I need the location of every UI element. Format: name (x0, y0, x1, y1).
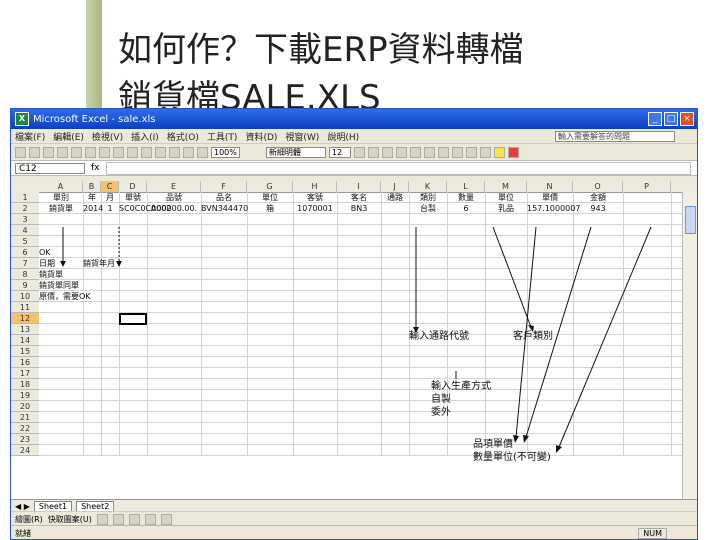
autoshapes-menu[interactable]: 快取圖案(U) (48, 514, 92, 525)
align-left-icon[interactable] (395, 146, 407, 158)
currency-icon[interactable] (451, 146, 463, 158)
oval-tool-icon[interactable] (144, 513, 156, 525)
sheet-nav-icon[interactable]: ◀ ▶ (15, 502, 30, 511)
close-button[interactable]: × (680, 112, 694, 126)
copy-icon[interactable] (113, 146, 124, 158)
maximize-button[interactable]: □ (664, 112, 678, 126)
menu-help[interactable]: 說明(H) (327, 130, 359, 143)
sort-icon[interactable] (183, 146, 194, 158)
zoom-select[interactable]: 100% (211, 146, 240, 158)
menu-insert[interactable]: 插入(I) (131, 130, 159, 143)
menu-file[interactable]: 檔案(F) (15, 130, 45, 143)
window-titlebar: X Microsoft Excel - sale.xls _ □ × (11, 109, 697, 129)
autosum-icon[interactable] (169, 146, 180, 158)
spreadsheet-grid[interactable]: ABCDEFGHIJKLMNOP 1 2 3 4 5 6 7 8 9 10 11 12 13 14 15 16… (11, 181, 697, 499)
sheet-tab-1[interactable]: Sheet1 (33, 500, 73, 512)
undo-icon[interactable] (141, 146, 152, 158)
percent-icon[interactable] (465, 146, 477, 158)
menu-window[interactable]: 視窗(W) (285, 130, 319, 143)
fx-icon[interactable]: fx (91, 163, 100, 173)
merge-icon[interactable] (437, 146, 449, 158)
help-question-input[interactable]: 輸入需要解答的問題 (555, 131, 675, 142)
menu-view[interactable]: 檢視(V) (92, 130, 123, 143)
underline-icon[interactable] (381, 146, 393, 158)
bold-icon[interactable] (353, 146, 365, 158)
slide-accent-bar (86, 0, 102, 118)
sheet-tab-2[interactable]: Sheet2 (76, 500, 115, 512)
redo-icon[interactable] (155, 146, 166, 158)
menu-tools[interactable]: 工具(T) (207, 130, 238, 143)
font-color-icon[interactable] (507, 146, 519, 158)
drawing-toolbar: 繪圖(R) 快取圖案(U) (11, 511, 697, 526)
fill-color-icon[interactable] (493, 146, 505, 158)
menu-format[interactable]: 格式(O) (167, 130, 199, 143)
arrow-unit-price (525, 226, 592, 438)
arrow-tool-icon[interactable] (112, 513, 124, 525)
save-icon[interactable] (43, 146, 54, 158)
excel-window: X Microsoft Excel - sale.xls _ □ × 檔案(F)… (10, 108, 698, 540)
spellcheck-icon[interactable] (85, 146, 96, 158)
slide-title-line1: 如何作？下載ERP資料轉檔 (118, 30, 524, 70)
menu-edit[interactable]: 編輯(E) (53, 130, 84, 143)
print-icon[interactable] (57, 146, 68, 158)
draw-menu[interactable]: 繪圖(R) (15, 514, 43, 525)
formula-bar: C12 fx (11, 160, 697, 176)
standard-toolbar: 100% 新細明體 12 (11, 143, 697, 160)
borders-icon[interactable] (479, 146, 491, 158)
new-icon[interactable] (15, 146, 26, 158)
font-size-select[interactable]: 12 (328, 146, 351, 158)
align-right-icon[interactable] (423, 146, 435, 158)
preview-icon[interactable] (71, 146, 82, 158)
font-select[interactable]: 新細明體 (265, 146, 326, 158)
window-title: Microsoft Excel - sale.xls (33, 113, 156, 125)
name-box[interactable]: C12 (15, 162, 85, 174)
status-ready: 就緒 (15, 528, 31, 538)
open-icon[interactable] (29, 146, 40, 158)
minimize-button[interactable]: _ (648, 112, 662, 126)
rectangle-tool-icon[interactable] (128, 513, 140, 525)
status-bar: 就緒 NUM (11, 525, 697, 539)
align-center-icon[interactable] (409, 146, 421, 158)
textbox-tool-icon[interactable] (160, 513, 172, 525)
cut-icon[interactable] (99, 146, 110, 158)
annotation-arrows (60, 226, 652, 453)
arrow-amount (558, 226, 652, 448)
formula-input[interactable] (105, 161, 691, 175)
line-tool-icon[interactable] (96, 513, 108, 525)
menu-data[interactable]: 資料(D) (245, 130, 277, 143)
excel-app-icon: X (15, 112, 29, 126)
arrow-category (492, 226, 532, 328)
chart-icon[interactable] (197, 146, 208, 158)
paste-icon[interactable] (127, 146, 138, 158)
status-num: NUM (638, 527, 667, 539)
italic-icon[interactable] (367, 146, 379, 158)
